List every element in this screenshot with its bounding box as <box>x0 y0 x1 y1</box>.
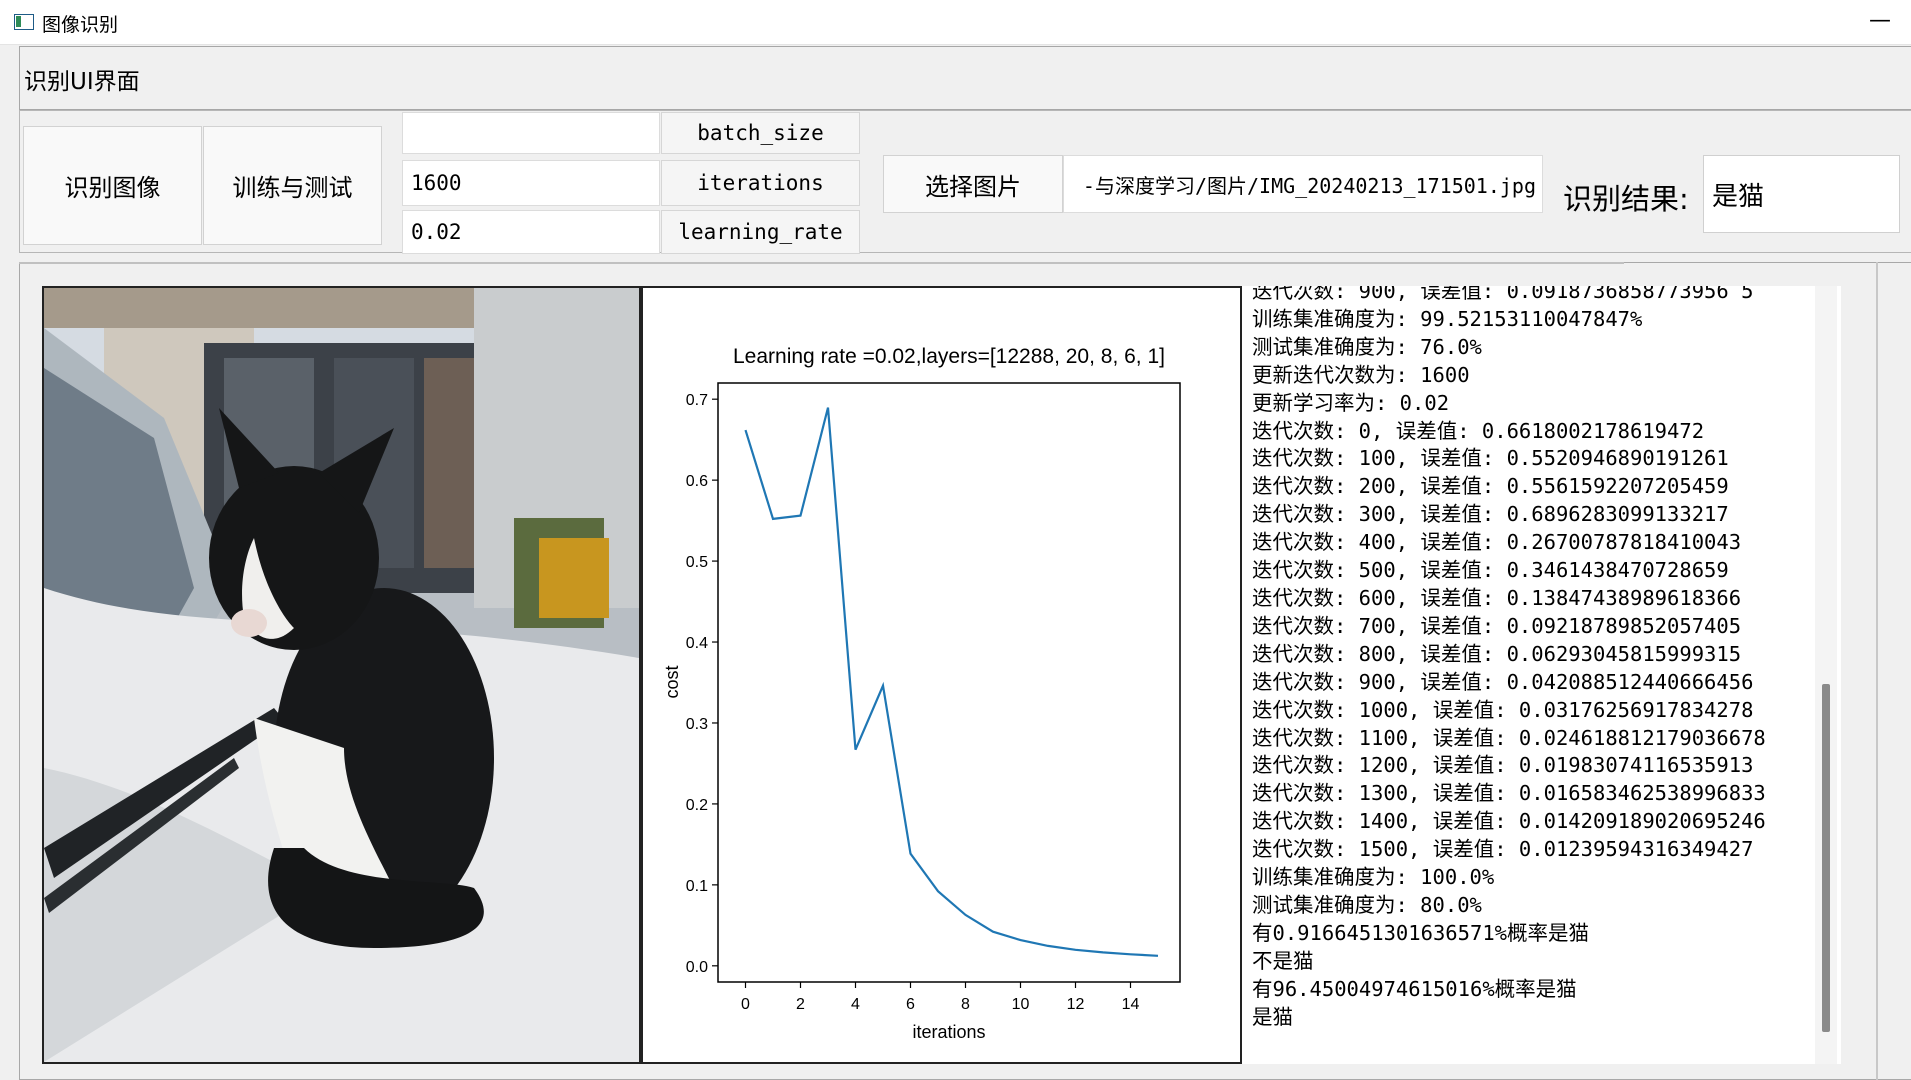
chart-y-label: cost <box>662 665 682 698</box>
y-tick-label: 0.0 <box>686 959 708 976</box>
y-tick-label: 0.2 <box>686 797 708 814</box>
select-image-button[interactable]: 选择图片 <box>883 155 1063 213</box>
x-tick-label: 0 <box>741 996 750 1013</box>
plot-area <box>717 382 1181 983</box>
log-line: 迭代次数: 300, 误差值: 0.6896283099133217 <box>1252 502 1729 527</box>
chart-title: Learning rate =0.02,layers=[12288, 20, 8… <box>733 345 1165 368</box>
x-tick-label: 6 <box>906 996 915 1013</box>
y-tick-label: 0.1 <box>686 878 708 895</box>
cost-chart-panel: 0.0 0.1 0.2 0.3 0.4 0.5 0.6 0.7 0 2 4 6 8 10 12 14 Lea… <box>641 286 1242 1064</box>
minimize-button[interactable]: — <box>1855 4 1905 40</box>
image-path-field: -与深度学习/图片/IMG_20240213_171501.jpg <box>1063 155 1543 213</box>
right-divider <box>1876 262 1878 1080</box>
y-tick-label: 0.4 <box>686 635 708 652</box>
y-tick-label: 0.5 <box>686 554 708 571</box>
cat-photo <box>44 288 639 1062</box>
log-line: 迭代次数: 200, 误差值: 0.5561592207205459 <box>1252 474 1729 499</box>
log-line: 更新迭代次数为: 1600 <box>1252 362 1470 387</box>
recognize-image-button[interactable]: 识别图像 <box>23 126 202 245</box>
log-line: 迭代次数: 0, 误差值: 0.6618002178619472 <box>1252 418 1705 443</box>
x-tick-label: 2 <box>796 996 805 1013</box>
x-tick-label: 10 <box>1012 996 1030 1013</box>
x-tick-label: 8 <box>961 996 970 1013</box>
log-line: 迭代次数: 1200, 误差值: 0.01983074116535913 <box>1252 753 1754 778</box>
log-line: 测试集准确度为: 76.0% <box>1252 334 1482 359</box>
log-line: 迭代次数: 1100, 误差值: 0.024618812179036678 <box>1252 725 1766 750</box>
batch-size-input[interactable] <box>402 112 660 154</box>
log-scrollbar-thumb[interactable] <box>1822 684 1830 1032</box>
cost-chart: 0.0 0.1 0.2 0.3 0.4 0.5 0.6 0.7 0 2 4 6 8 10 12 14 Lea… <box>662 345 1181 1042</box>
log-line: 不是猫 <box>1252 948 1314 973</box>
iterations-label: iterations <box>661 160 860 206</box>
result-label: 识别结果: <box>1563 182 1689 216</box>
learning-rate-input[interactable]: 0.02 <box>402 210 660 254</box>
log-line: 迭代次数: 100, 误差值: 0.5520946890191261 <box>1252 446 1729 471</box>
header-label: 识别UI界面 <box>24 69 140 95</box>
log-text: 迭代次数: 900, 误差值: 0.0918736858773956 5 训练集准… <box>1252 286 1766 1031</box>
log-line: 迭代次数: 1500, 误差值: 0.01239594316349427 <box>1252 837 1754 862</box>
title-bar <box>0 0 1911 45</box>
image-path-text: -与深度学习/图片/IMG_20240213_171501.jpg <box>1082 173 1536 198</box>
log-line: 迭代次数: 900, 误差值: 0.0918736858773956 5 <box>1252 286 1754 303</box>
x-tick-label: 4 <box>851 996 860 1013</box>
selected-image-preview <box>42 286 641 1064</box>
window-title: 图像识别 <box>42 14 119 36</box>
x-tick-label: 12 <box>1067 996 1085 1013</box>
main-panel-divider <box>19 262 1624 264</box>
chart-x-label: iterations <box>912 1022 985 1042</box>
train-and-test-button[interactable]: 训练与测试 <box>203 126 382 245</box>
log-line: 更新学习率为: 0.02 <box>1252 390 1450 415</box>
log-line: 迭代次数: 1300, 误差值: 0.016583462538996833 <box>1252 781 1766 806</box>
log-line: 迭代次数: 1400, 误差值: 0.014209189020695246 <box>1252 809 1766 834</box>
app-window-icon <box>14 14 34 30</box>
log-line: 有0.9166451301636571%概率是猫 <box>1252 920 1589 945</box>
log-line: 迭代次数: 600, 误差值: 0.13847438989618366 <box>1252 585 1742 610</box>
learning-rate-label: learning_rate <box>661 210 860 254</box>
log-line: 是猫 <box>1252 1004 1293 1029</box>
log-line: 训练集准确度为: 99.52153110047847% <box>1252 306 1643 331</box>
log-line: 迭代次数: 900, 误差值: 0.042088512440666456 <box>1252 669 1754 694</box>
result-value-field: 是猫 <box>1703 155 1900 233</box>
x-tick-label: 14 <box>1122 996 1140 1013</box>
output-log[interactable]: 迭代次数: 900, 误差值: 0.0918736858773956 5 训练集准… <box>1242 286 1841 1064</box>
log-line: 迭代次数: 700, 误差值: 0.09218789852057405 <box>1252 613 1742 638</box>
log-line: 迭代次数: 800, 误差值: 0.06293045815999315 <box>1252 641 1742 666</box>
iterations-input[interactable]: 1600 <box>402 160 660 206</box>
y-tick-label: 0.3 <box>686 716 708 733</box>
log-line: 测试集准确度为: 80.0% <box>1252 892 1482 917</box>
log-line: 有96.45004974615016%概率是猫 <box>1252 976 1577 1001</box>
y-tick-label: 0.7 <box>686 392 708 409</box>
batch-size-label: batch_size <box>661 112 860 154</box>
log-line: 迭代次数: 500, 误差值: 0.3461438470728659 <box>1252 558 1729 583</box>
header-group <box>19 46 1911 110</box>
log-line: 训练集准确度为: 100.0% <box>1252 865 1495 890</box>
y-tick-label: 0.6 <box>686 473 708 490</box>
log-line: 迭代次数: 400, 误差值: 0.26700787818410043 <box>1252 530 1742 555</box>
cost-series-line <box>744 407 1159 957</box>
log-line: 迭代次数: 1000, 误差值: 0.03176256917834278 <box>1252 697 1754 722</box>
